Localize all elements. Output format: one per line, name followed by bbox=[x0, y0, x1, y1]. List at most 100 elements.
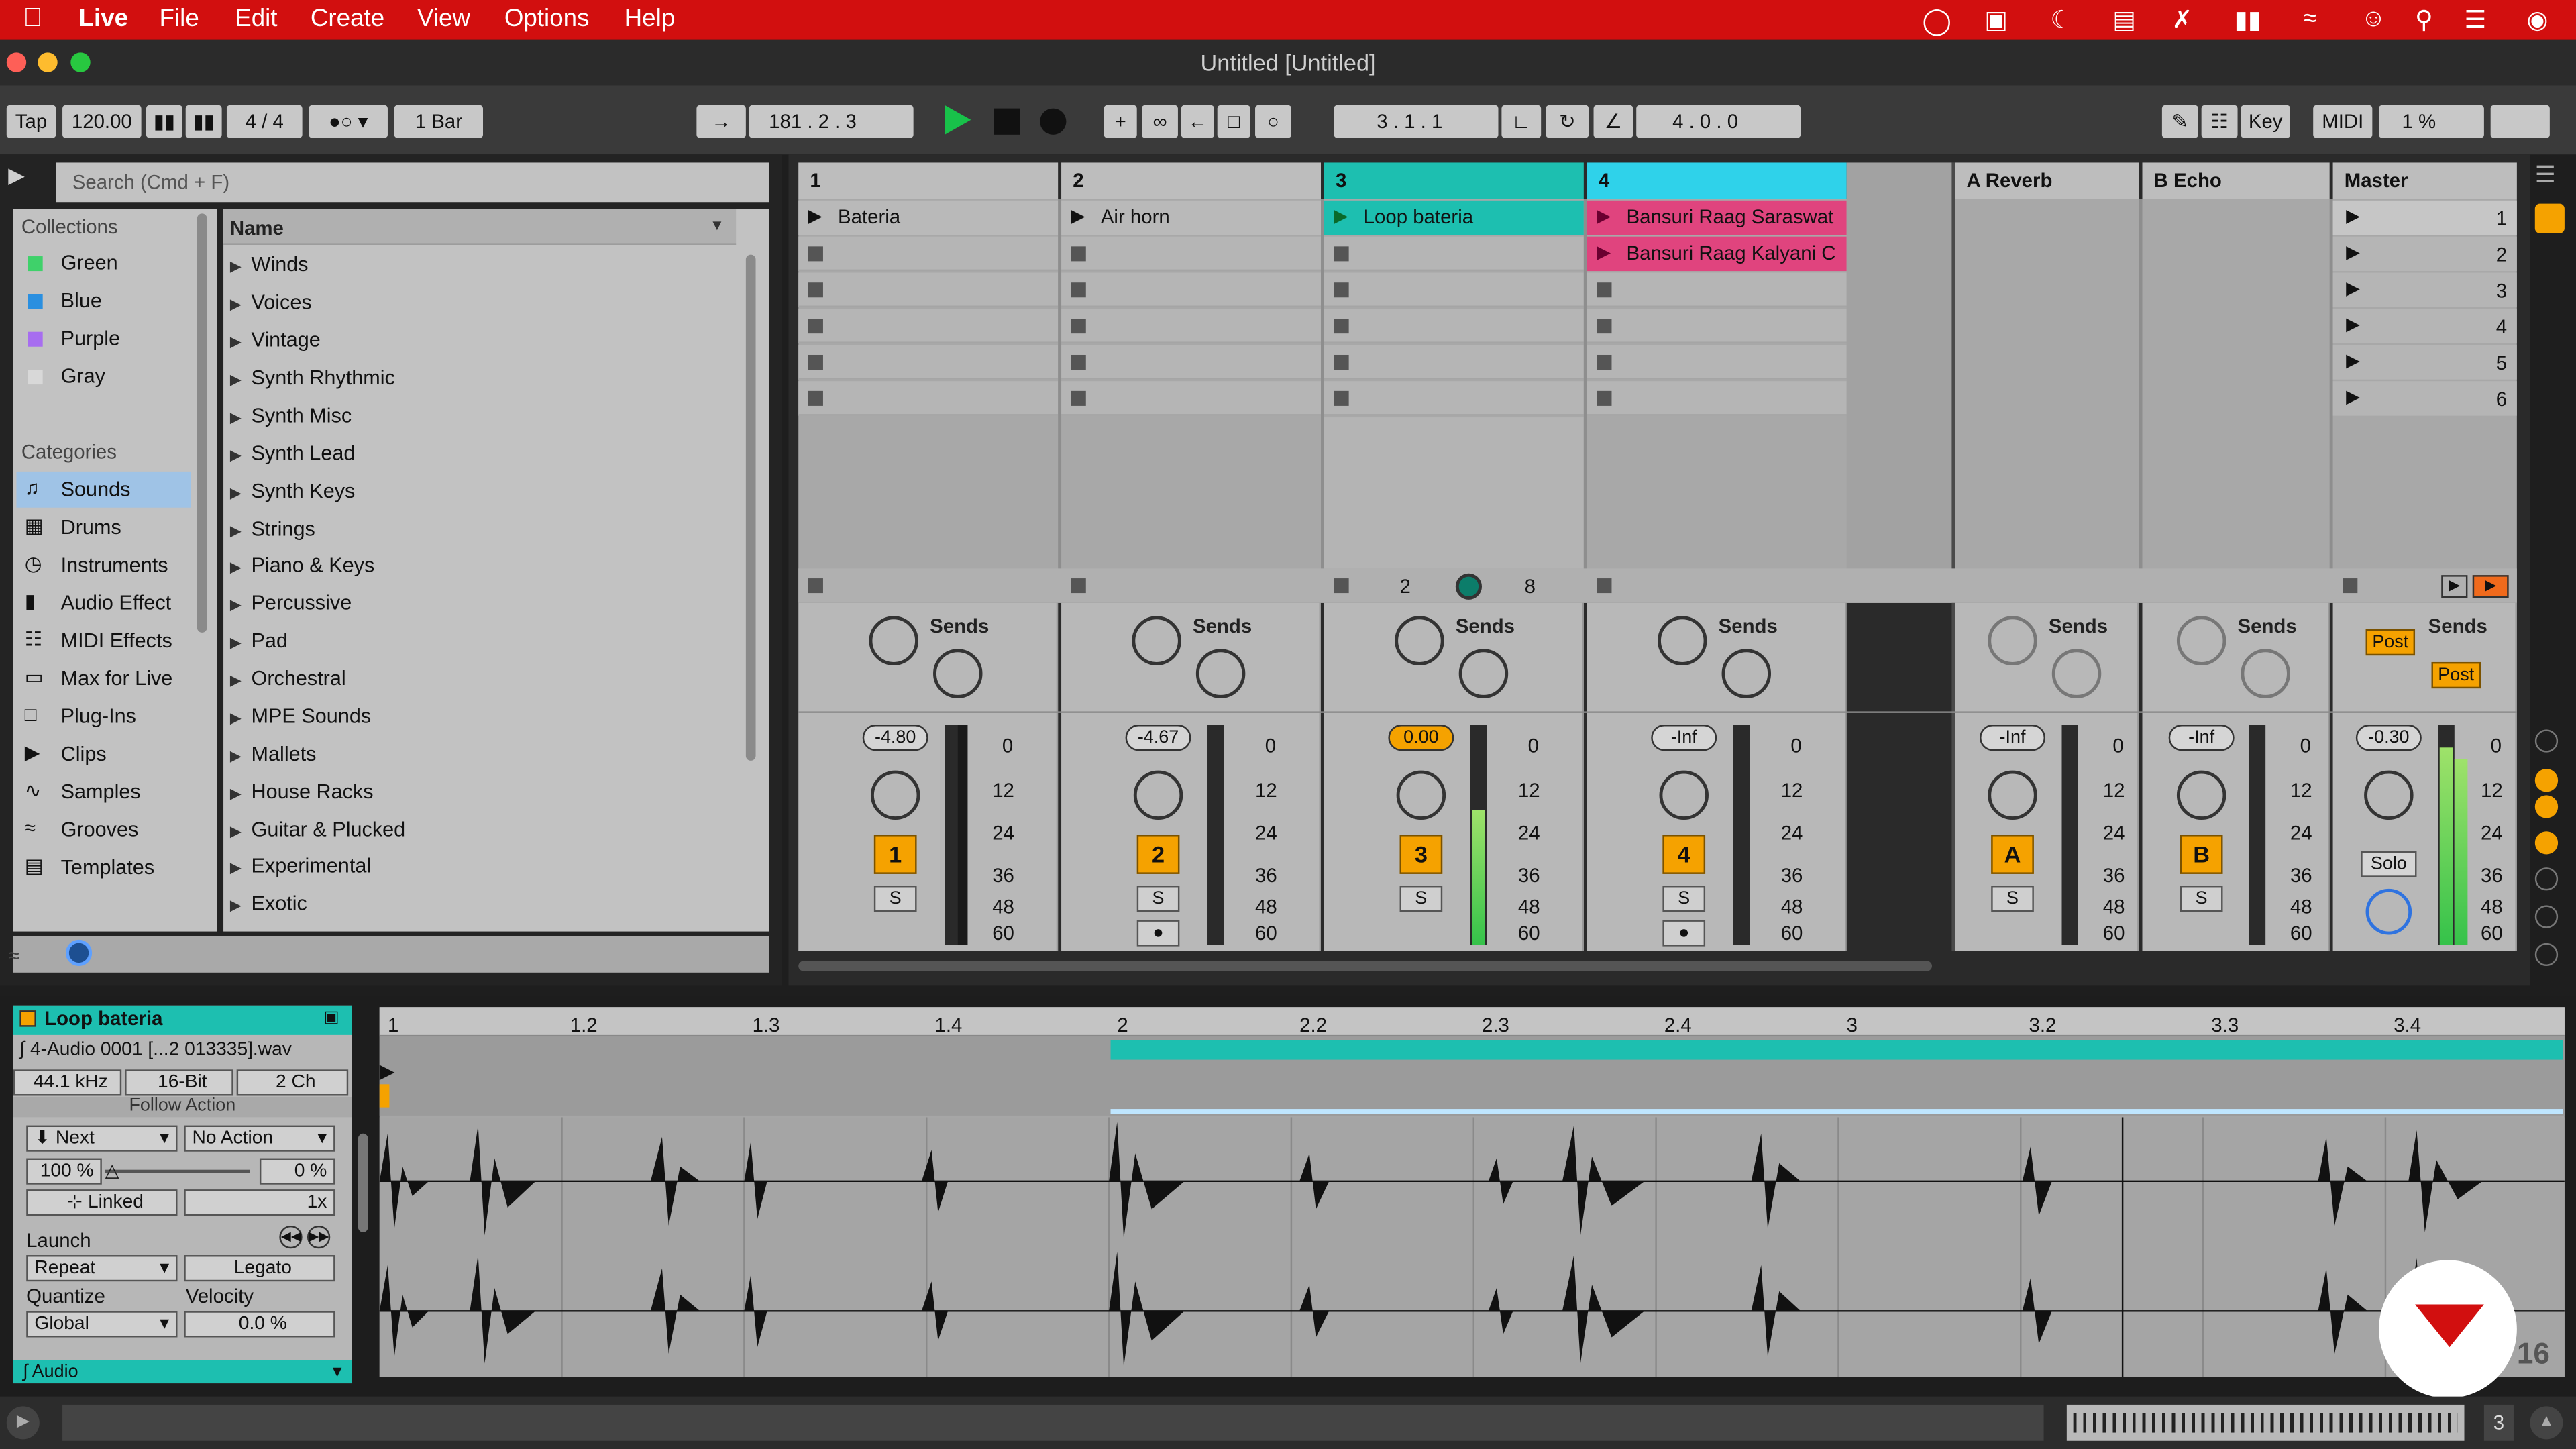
clip-slot[interactable] bbox=[798, 381, 1059, 416]
send-b-knob[interactable] bbox=[2051, 649, 2102, 698]
record-icon[interactable] bbox=[1040, 108, 1067, 135]
track-activator[interactable]: 4 bbox=[1662, 835, 1706, 874]
stop-clip-button[interactable] bbox=[808, 578, 823, 594]
draw-mode-icon[interactable]: ✎ bbox=[2161, 105, 2198, 138]
linked-toggle[interactable]: ⊹ Linked bbox=[26, 1189, 178, 1216]
scene-launch[interactable]: ▶ 4 bbox=[2332, 309, 2517, 343]
track-header-b-echo[interactable]: B Echo bbox=[2142, 162, 2330, 199]
loop-length[interactable]: 4 . 0 . 0 bbox=[1636, 105, 1801, 138]
browser-item[interactable]: ▶ House Racks bbox=[230, 780, 374, 803]
punch-out-icon[interactable]: ∠ bbox=[1593, 105, 1633, 138]
solo-button[interactable]: S bbox=[1662, 885, 1706, 912]
collection-blue[interactable]: Blue bbox=[61, 289, 102, 312]
clip-slot[interactable] bbox=[798, 309, 1059, 343]
track-header-a-reverb[interactable]: A Reverb bbox=[1955, 162, 2139, 199]
send-b-knob[interactable] bbox=[1721, 649, 1772, 698]
send-a-knob[interactable] bbox=[1658, 616, 1707, 665]
nudge-forward-icon[interactable]: ▶▶ bbox=[307, 1225, 331, 1249]
browser-item[interactable]: ▶ Percussive bbox=[230, 592, 352, 614]
send-a-knob[interactable] bbox=[1395, 616, 1444, 665]
browser-item[interactable]: ▶ MPE Sounds bbox=[230, 705, 371, 728]
computer-midi-keyboard-icon[interactable]: ☷ bbox=[2201, 105, 2238, 138]
pan-knob[interactable] bbox=[2176, 770, 2226, 820]
scene-launch[interactable]: ▶ 1 bbox=[2332, 200, 2517, 235]
control-center-icon[interactable]: ☰ bbox=[2464, 5, 2486, 35]
follow-icon[interactable]: → bbox=[696, 105, 746, 138]
track-header-4[interactable]: 4 bbox=[1587, 162, 1847, 199]
pan-knob[interactable] bbox=[1659, 770, 1709, 820]
stop-all-clips-button[interactable] bbox=[2343, 578, 2358, 594]
moon-icon[interactable]: ☾ bbox=[2050, 5, 2072, 35]
follow-action-b-select[interactable]: No Action ▾ bbox=[184, 1125, 335, 1152]
category-max-for-live[interactable]: Max for Live bbox=[61, 667, 173, 690]
volume-field[interactable]: 0.00 bbox=[1388, 724, 1454, 751]
chance-slider[interactable] bbox=[105, 1169, 250, 1173]
clip-slot[interactable] bbox=[1324, 272, 1584, 307]
browser-item[interactable]: ▶ Exotic bbox=[230, 892, 307, 915]
siri-icon[interactable]: ◉ bbox=[2527, 5, 2548, 35]
follow-multiplier[interactable]: 1x bbox=[184, 1189, 335, 1216]
browser-item[interactable]: ▶ Mallets bbox=[230, 743, 317, 765]
browser-item[interactable]: ▶ Synth Lead bbox=[230, 442, 356, 465]
delay-toggle-icon[interactable] bbox=[2534, 867, 2559, 891]
browser-item[interactable]: ▶ Piano & Keys bbox=[230, 553, 374, 576]
audio-section-header[interactable]: ∫ Audio ▾ bbox=[13, 1360, 352, 1384]
menu-view[interactable]: View bbox=[417, 5, 470, 33]
clip-slot-filled[interactable]: ▶ Bansuri Raag Saraswat bbox=[1587, 200, 1847, 235]
solo-button[interactable]: S bbox=[873, 885, 917, 912]
track-activator[interactable]: 2 bbox=[1136, 835, 1180, 874]
post-button[interactable]: Post bbox=[2365, 629, 2416, 656]
returns-toggle-icon[interactable] bbox=[2534, 795, 2559, 818]
stop-icon[interactable] bbox=[994, 108, 1020, 135]
volume-field[interactable]: -4.67 bbox=[1125, 724, 1191, 751]
category-templates[interactable]: Templates bbox=[61, 856, 155, 879]
clip-slot-filled[interactable]: ▶ Air horn bbox=[1061, 200, 1321, 235]
category-instruments[interactable]: Instruments bbox=[61, 553, 168, 576]
browser-item[interactable]: ▶ Winds bbox=[230, 253, 309, 276]
clip-slot[interactable] bbox=[1324, 309, 1584, 343]
play-icon[interactable] bbox=[945, 105, 971, 135]
send-b-knob[interactable] bbox=[933, 649, 983, 698]
preview-toggle-icon[interactable]: ≈ bbox=[8, 943, 19, 968]
key-map-button[interactable]: Key bbox=[2241, 105, 2290, 138]
track-activator[interactable]: A bbox=[1991, 835, 2034, 874]
send-b-knob[interactable] bbox=[2241, 649, 2290, 698]
clip-slot[interactable] bbox=[1061, 381, 1321, 416]
clip-slot[interactable] bbox=[798, 272, 1059, 307]
pan-knob[interactable] bbox=[870, 770, 920, 820]
clip-slot-playing[interactable]: ▶ Loop bateria bbox=[1324, 200, 1584, 235]
chance-slider-handle[interactable]: △ bbox=[105, 1160, 119, 1181]
clip-slot[interactable] bbox=[1061, 345, 1321, 380]
track-activator[interactable]: 3 bbox=[1399, 835, 1443, 874]
stop-clip-button[interactable] bbox=[1334, 578, 1349, 594]
track-header-1[interactable]: 1 bbox=[798, 162, 1059, 199]
user-icon[interactable]: ☺ bbox=[2361, 5, 2386, 33]
midi-map-button[interactable]: MIDI bbox=[2313, 105, 2373, 138]
menu-file[interactable]: File bbox=[160, 5, 199, 33]
follow-action-select[interactable]: ⬇ Next ▾ bbox=[26, 1125, 178, 1152]
clip-slot[interactable] bbox=[1587, 381, 1847, 416]
scene-launch[interactable]: ▶ 6 bbox=[2332, 381, 2517, 416]
category-drums[interactable]: Drums bbox=[61, 516, 121, 539]
spotlight-icon[interactable]: ⚲ bbox=[2415, 5, 2433, 35]
clip-slot[interactable] bbox=[1587, 309, 1847, 343]
preview-headphone-icon[interactable] bbox=[65, 939, 93, 967]
browser-toggle-icon[interactable]: ▶ bbox=[8, 162, 24, 189]
pan-knob[interactable] bbox=[1133, 770, 1183, 820]
nudge-down-icon[interactable]: ▮▮ bbox=[146, 105, 182, 138]
browser-item[interactable]: ▶ Guitar & Plucked bbox=[230, 818, 405, 841]
stop-clip-button[interactable] bbox=[1597, 578, 1612, 594]
zoom-window-icon[interactable] bbox=[70, 52, 91, 72]
minimize-window-icon[interactable] bbox=[38, 52, 58, 72]
search-input[interactable]: Search (Cmd + F) bbox=[56, 162, 769, 203]
send-a-knob[interactable] bbox=[2176, 616, 2226, 665]
solo-cue-button[interactable]: Solo bbox=[2361, 851, 2417, 877]
browser-scrollbar[interactable] bbox=[745, 254, 756, 761]
volume-field[interactable]: -0.30 bbox=[2355, 724, 2422, 751]
track-options-icon[interactable] bbox=[2534, 943, 2559, 967]
sidebar-scrollbar[interactable] bbox=[197, 213, 207, 633]
name-column-header[interactable] bbox=[223, 209, 737, 245]
track-header-2[interactable]: 2 bbox=[1061, 162, 1321, 199]
metronome-button[interactable]: ●○ ▾ bbox=[309, 105, 388, 138]
clip-save-icon[interactable]: ▣ bbox=[323, 1009, 339, 1027]
